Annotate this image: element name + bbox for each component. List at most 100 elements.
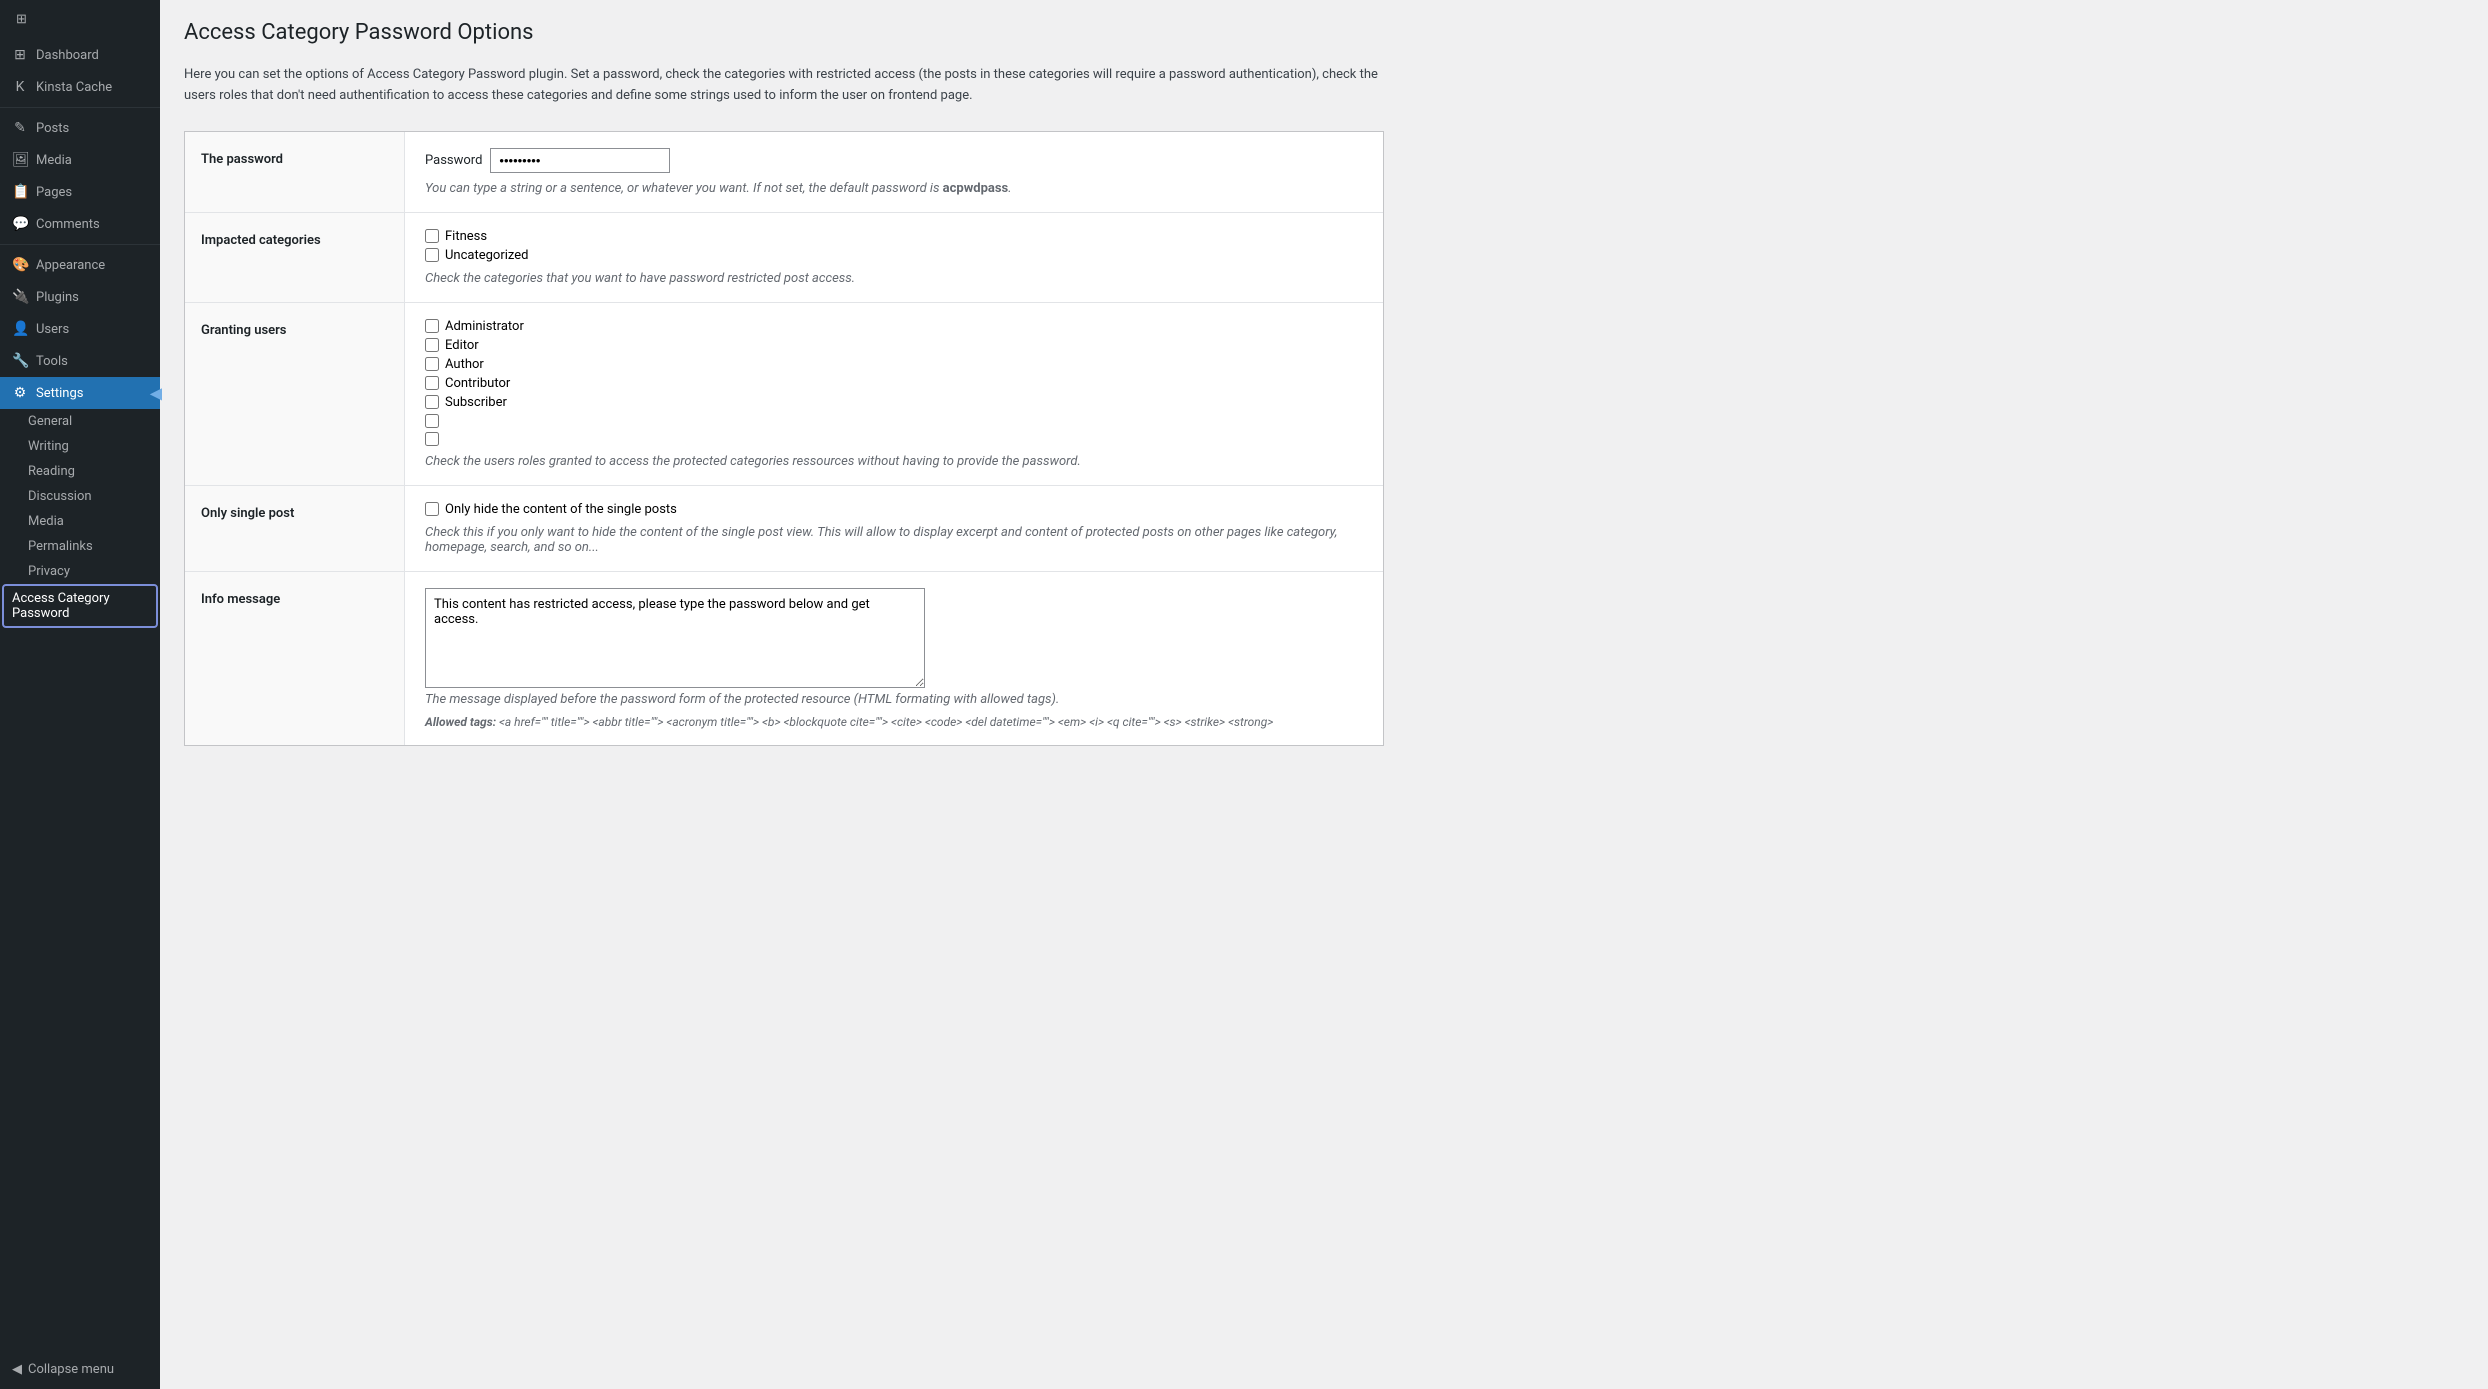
sidebar-divider-2 bbox=[0, 244, 160, 245]
single-post-checkbox[interactable] bbox=[425, 502, 439, 516]
impacted-categories-row: Impacted categories Fitness Uncategorize… bbox=[185, 213, 1383, 303]
wp-icon: ⊞ bbox=[16, 12, 27, 27]
sidebar-item-kinsta-cache[interactable]: K Kinsta Cache bbox=[0, 71, 160, 103]
page-title: Access Category Password Options bbox=[184, 20, 2464, 45]
user-administrator: Administrator bbox=[425, 319, 1363, 334]
info-message-value: This content has restricted access, plea… bbox=[405, 572, 1383, 745]
pages-icon: 📋 bbox=[12, 184, 28, 200]
password-field-row: Password bbox=[425, 148, 1363, 173]
user-administrator-checkbox[interactable] bbox=[425, 319, 439, 333]
user-author-checkbox[interactable] bbox=[425, 357, 439, 371]
user-subscriber-checkbox[interactable] bbox=[425, 395, 439, 409]
granting-users-row: Granting users Administrator Editor Auth… bbox=[185, 303, 1383, 486]
info-message-label: Info message bbox=[185, 572, 405, 745]
impacted-categories-value: Fitness Uncategorized Check the categori… bbox=[405, 213, 1383, 302]
user-editor: Editor bbox=[425, 338, 1363, 353]
single-post-option: Only hide the content of the single post… bbox=[425, 502, 1363, 517]
collapse-label: Collapse menu bbox=[28, 1362, 114, 1377]
user-editor-label: Editor bbox=[445, 338, 479, 353]
submenu-permalinks[interactable]: Permalinks bbox=[0, 534, 160, 559]
granting-users-label: Granting users bbox=[185, 303, 405, 485]
impacted-categories-label: Impacted categories bbox=[185, 213, 405, 302]
submenu-general[interactable]: General bbox=[0, 409, 160, 434]
category-fitness-label: Fitness bbox=[445, 229, 487, 244]
sidebar-item-label: Comments bbox=[36, 217, 100, 232]
sidebar-item-users[interactable]: 👤 Users bbox=[0, 313, 160, 345]
user-editor-checkbox[interactable] bbox=[425, 338, 439, 352]
user-administrator-label: Administrator bbox=[445, 319, 524, 334]
appearance-icon: 🎨 bbox=[12, 257, 28, 273]
sidebar-item-settings[interactable]: ⚙ Settings ◀ bbox=[0, 377, 160, 409]
dashboard-icon: ⊞ bbox=[12, 47, 28, 63]
only-single-post-row: Only single post Only hide the content o… bbox=[185, 486, 1383, 572]
sidebar-item-label: Pages bbox=[36, 185, 72, 200]
password-label: The password bbox=[185, 132, 405, 212]
password-row: The password Password You can type a str… bbox=[185, 132, 1383, 213]
sidebar-item-tools[interactable]: 🔧 Tools bbox=[0, 345, 160, 377]
password-hint: You can type a string or a sentence, or … bbox=[425, 181, 1363, 196]
sidebar-item-label: Tools bbox=[36, 354, 68, 369]
granting-users-hint: Check the users roles granted to access … bbox=[425, 454, 1363, 469]
user-contributor: Contributor bbox=[425, 376, 1363, 391]
category-uncategorized-checkbox[interactable] bbox=[425, 248, 439, 262]
sidebar-item-label: Users bbox=[36, 322, 69, 337]
settings-icon: ⚙ bbox=[12, 385, 28, 401]
submenu-discussion[interactable]: Discussion bbox=[0, 484, 160, 509]
user-subscriber: Subscriber bbox=[425, 395, 1363, 410]
site-logo: ⊞ bbox=[0, 0, 160, 39]
info-message-textarea[interactable]: This content has restricted access, plea… bbox=[425, 588, 925, 688]
granting-users-value: Administrator Editor Author Contributor … bbox=[405, 303, 1383, 485]
category-uncategorized: Uncategorized bbox=[425, 248, 1363, 263]
main-content: Access Category Password Options Here yo… bbox=[160, 0, 2488, 1389]
password-input[interactable] bbox=[490, 148, 670, 173]
user-extra2-checkbox[interactable] bbox=[425, 432, 439, 446]
sidebar-item-label: Kinsta Cache bbox=[36, 80, 112, 95]
only-single-post-value: Only hide the content of the single post… bbox=[405, 486, 1383, 571]
page-description: Here you can set the options of Access C… bbox=[184, 65, 1384, 107]
submenu-reading[interactable]: Reading bbox=[0, 459, 160, 484]
collapse-menu-button[interactable]: ◀ Collapse menu bbox=[0, 1350, 160, 1389]
submenu-writing[interactable]: Writing bbox=[0, 434, 160, 459]
user-extra1 bbox=[425, 414, 1363, 428]
only-single-post-label: Only single post bbox=[185, 486, 405, 571]
user-extra1-checkbox[interactable] bbox=[425, 414, 439, 428]
sidebar-item-comments[interactable]: 💬 Comments bbox=[0, 208, 160, 240]
only-single-post-hint: Check this if you only want to hide the … bbox=[425, 525, 1363, 555]
sidebar-item-label: Posts bbox=[36, 121, 69, 136]
user-subscriber-label: Subscriber bbox=[445, 395, 507, 410]
category-uncategorized-label: Uncategorized bbox=[445, 248, 528, 263]
plugins-icon: 🔌 bbox=[12, 289, 28, 305]
user-contributor-checkbox[interactable] bbox=[425, 376, 439, 390]
sidebar: ⊞ ⊞ Dashboard K Kinsta Cache ✎ Posts 🖼 M… bbox=[0, 0, 160, 1389]
submenu-access-category-password[interactable]: Access Category Password bbox=[4, 586, 156, 626]
sidebar-item-pages[interactable]: 📋 Pages bbox=[0, 176, 160, 208]
sidebar-item-label: Appearance bbox=[36, 258, 105, 273]
sidebar-item-posts[interactable]: ✎ Posts bbox=[0, 112, 160, 144]
collapse-icon: ◀ bbox=[12, 1362, 22, 1377]
category-fitness-checkbox[interactable] bbox=[425, 229, 439, 243]
posts-icon: ✎ bbox=[12, 120, 28, 136]
user-contributor-label: Contributor bbox=[445, 376, 510, 391]
sidebar-item-label: Media bbox=[36, 153, 72, 168]
users-icon: 👤 bbox=[12, 321, 28, 337]
submenu-media[interactable]: Media bbox=[0, 509, 160, 534]
media-icon: 🖼 bbox=[12, 152, 28, 168]
password-field-label: Password bbox=[425, 153, 482, 168]
password-value: Password You can type a string or a sent… bbox=[405, 132, 1383, 212]
settings-arrow-icon: ◀ bbox=[150, 384, 162, 403]
comments-icon: 💬 bbox=[12, 216, 28, 232]
allowed-tags-text: Allowed tags: <a href="" title=""> <abbr… bbox=[425, 715, 1363, 729]
sidebar-item-appearance[interactable]: 🎨 Appearance bbox=[0, 249, 160, 281]
sidebar-item-label: Dashboard bbox=[36, 48, 99, 63]
info-message-hint: The message displayed before the passwor… bbox=[425, 692, 1363, 707]
sidebar-item-label: Plugins bbox=[36, 290, 79, 305]
category-fitness: Fitness bbox=[425, 229, 1363, 244]
user-author-label: Author bbox=[445, 357, 484, 372]
sidebar-item-media[interactable]: 🖼 Media bbox=[0, 144, 160, 176]
sidebar-item-plugins[interactable]: 🔌 Plugins bbox=[0, 281, 160, 313]
user-author: Author bbox=[425, 357, 1363, 372]
sidebar-item-dashboard[interactable]: ⊞ Dashboard bbox=[0, 39, 160, 71]
single-post-option-label: Only hide the content of the single post… bbox=[445, 502, 677, 517]
user-extra2 bbox=[425, 432, 1363, 446]
submenu-privacy[interactable]: Privacy bbox=[0, 559, 160, 584]
